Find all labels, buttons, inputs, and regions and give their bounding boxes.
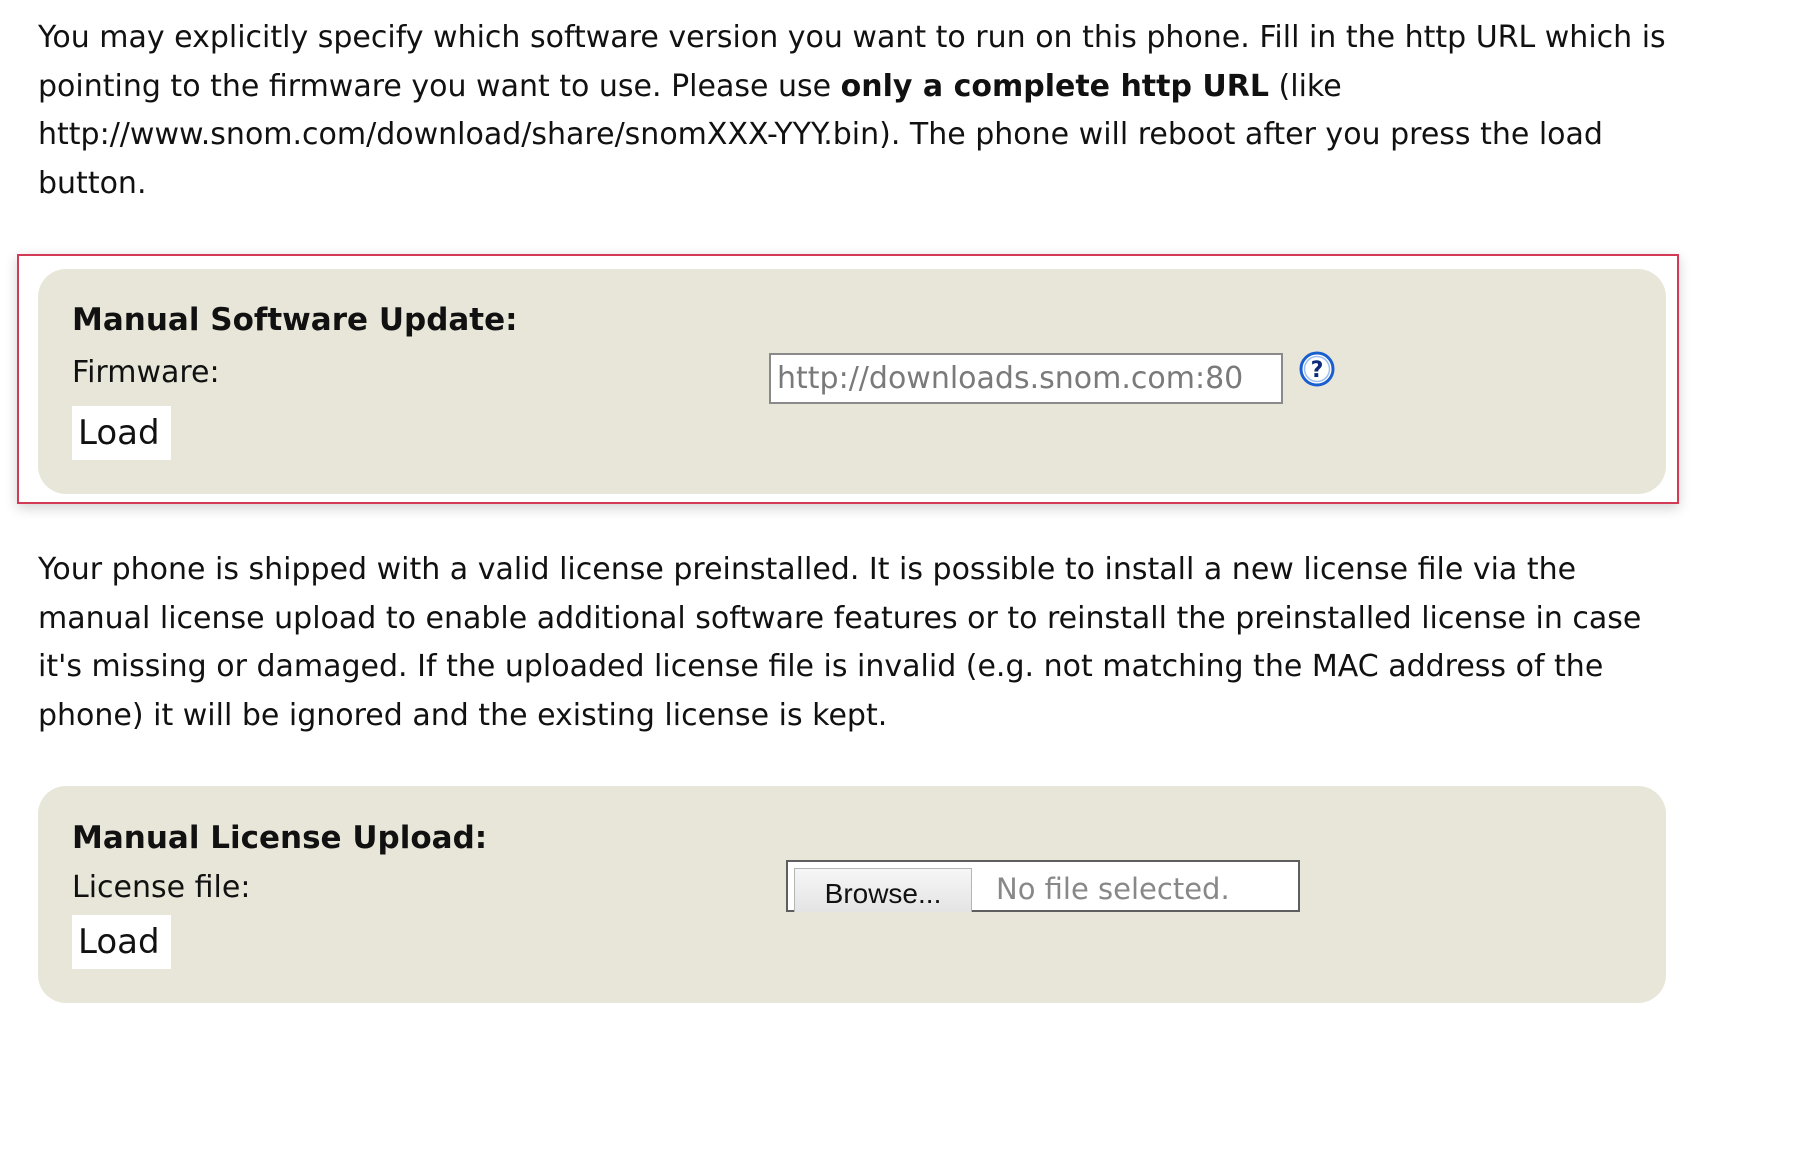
license-file-input[interactable]: Browse... No file selected. [786, 860, 1300, 912]
manual-license-upload-panel: Manual License Upload: License file: Bro… [38, 786, 1666, 1003]
firmware-url-input[interactable] [769, 353, 1283, 404]
manual-license-upload-title: Manual License Upload: [72, 820, 488, 856]
manual-software-update-panel: Manual Software Update: Firmware: ? Load [38, 269, 1666, 494]
manual-software-update-title: Manual Software Update: [72, 302, 518, 338]
intro-text-bold: only a complete http URL [840, 68, 1269, 104]
browse-button[interactable]: Browse... [794, 868, 972, 912]
file-status-text: No file selected. [996, 872, 1230, 906]
firmware-load-button[interactable]: Load [72, 406, 171, 460]
license-file-label: License file: [72, 870, 251, 905]
license-load-button[interactable]: Load [72, 915, 171, 969]
firmware-label: Firmware: [72, 355, 220, 390]
help-icon[interactable]: ? [1298, 350, 1336, 388]
svg-text:?: ? [1311, 358, 1324, 383]
firmware-instructions-text: You may explicitly specify which softwar… [38, 14, 1678, 208]
license-info-text: Your phone is shipped with a valid licen… [38, 552, 1642, 733]
